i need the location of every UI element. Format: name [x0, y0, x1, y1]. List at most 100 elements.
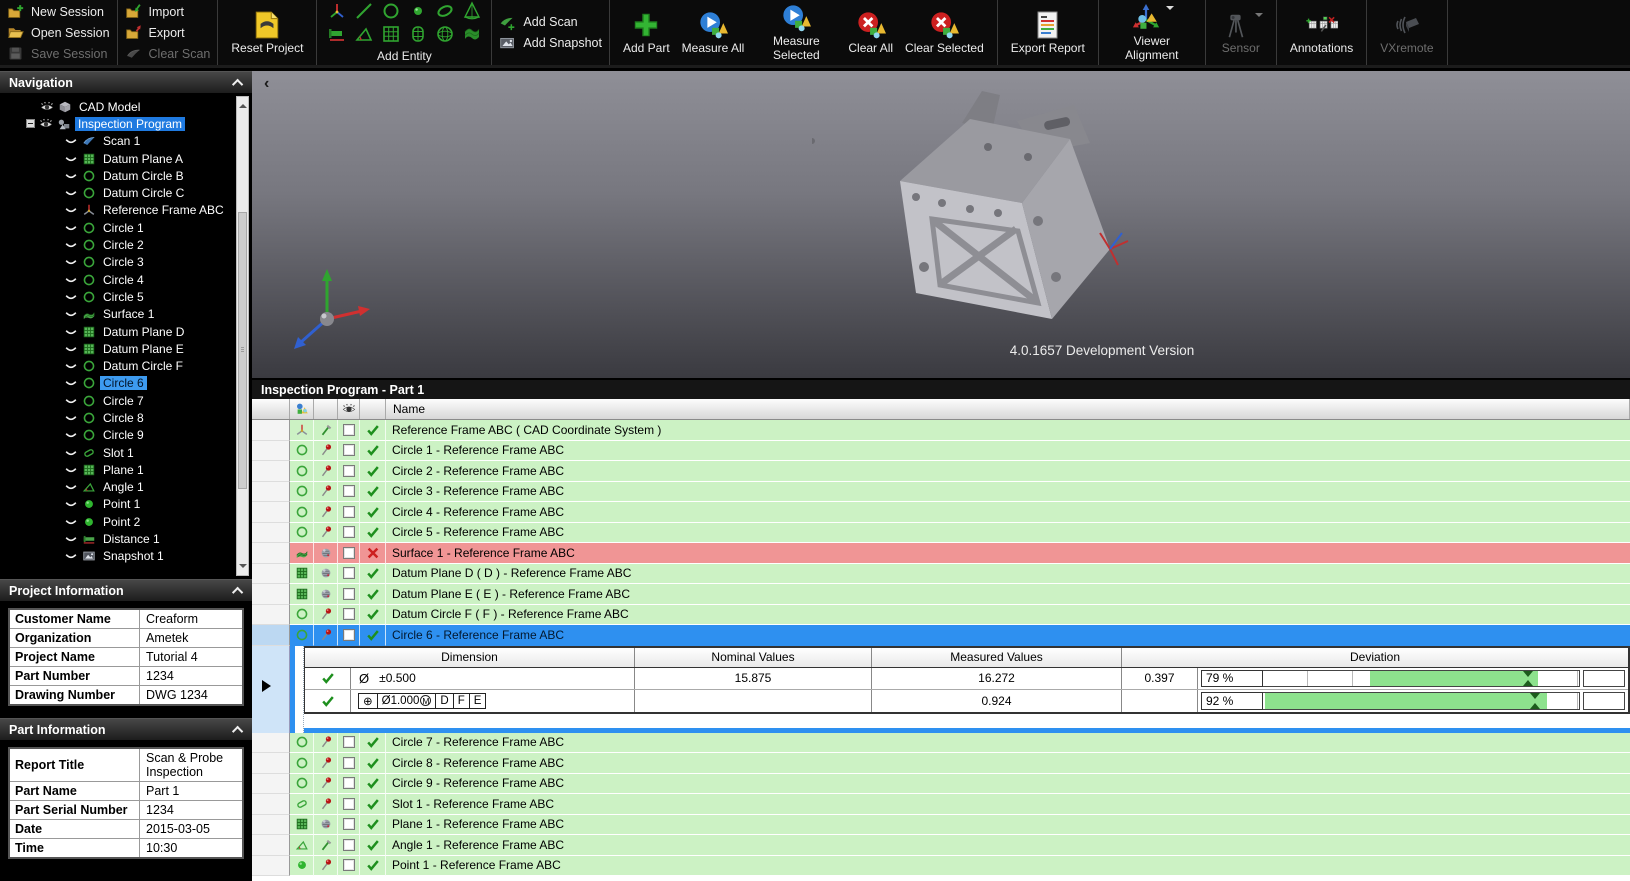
vxremote-button[interactable]: VXremote	[1374, 8, 1439, 58]
tree-item-slot-1[interactable]: Slot 1	[0, 444, 252, 461]
tree-expander[interactable]	[26, 119, 35, 129]
tree-item-datum-circle-c[interactable]: Datum Circle C	[0, 184, 252, 201]
measured-header[interactable]: Measured Values	[872, 647, 1122, 667]
tree-item-circle-4[interactable]: Circle 4	[0, 271, 252, 288]
crescent-icon[interactable]	[64, 428, 78, 442]
crescent-icon[interactable]	[64, 359, 78, 373]
import-button[interactable]: Import	[125, 3, 184, 21]
crescent-icon[interactable]	[64, 394, 78, 408]
tree-item-circle-3[interactable]: Circle 3	[0, 254, 252, 271]
row-checkbox[interactable]	[342, 756, 355, 769]
tree-item-datum-plane-a[interactable]: Datum Plane A	[0, 150, 252, 167]
collapse-chevron-icon[interactable]	[231, 725, 244, 737]
table-row-circle-7[interactable]: Circle 7 - Reference Frame ABC	[252, 732, 1630, 753]
row-checkbox[interactable]	[342, 485, 355, 498]
clear-selected-button[interactable]: Clear Selected	[899, 8, 990, 58]
tree-item-circle-9[interactable]: Circle 9	[0, 427, 252, 444]
detail-row[interactable]: ⊕ Ø1.000 M D F E 0.924 92 %	[305, 689, 1628, 712]
reset-project-button[interactable]: Reset Project	[225, 8, 309, 58]
tree-item-distance-1[interactable]: Distance 1	[0, 530, 252, 547]
crescent-icon[interactable]	[64, 169, 78, 183]
entity-cylinder-button[interactable]	[407, 24, 429, 49]
crescent-icon[interactable]	[64, 152, 78, 166]
tree-scrollbar[interactable]	[236, 96, 249, 576]
status-column-header[interactable]	[360, 399, 386, 419]
collapse-chevron-icon[interactable]	[231, 78, 244, 90]
add-part-button[interactable]: Add Part	[617, 8, 676, 58]
crescent-icon[interactable]	[64, 238, 78, 252]
table-row-angle-1[interactable]: Angle 1 - Reference Frame ABC	[252, 835, 1630, 856]
entity-angle-button[interactable]	[353, 24, 375, 49]
sensor-button[interactable]: Sensor	[1213, 8, 1269, 58]
viewer-alignment-button[interactable]: Viewer Alignment	[1106, 1, 1198, 65]
row-checkbox[interactable]	[342, 628, 355, 641]
open-session-button[interactable]: Open Session	[7, 24, 110, 42]
tree-item-angle-1[interactable]: Angle 1	[0, 479, 252, 496]
table-row-slot-1[interactable]: Slot 1 - Reference Frame ABC	[252, 794, 1630, 815]
tree-item-circle-2[interactable]: Circle 2	[0, 236, 252, 253]
scrollbar-thumb[interactable]	[238, 211, 247, 489]
crescent-icon[interactable]	[64, 342, 78, 356]
save-session-button[interactable]: Save Session	[7, 45, 107, 63]
entity-distance-button[interactable]	[326, 24, 348, 49]
tree-item-datum-circle-b[interactable]: Datum Circle B	[0, 167, 252, 184]
info-value[interactable]: Creaform	[140, 610, 242, 628]
table-row-circle-5[interactable]: Circle 5 - Reference Frame ABC	[252, 522, 1630, 543]
navigation-header[interactable]: Navigation	[0, 71, 252, 93]
table-row-datum-plane-e-e[interactable]: Datum Plane E ( E ) - Reference Frame AB…	[252, 584, 1630, 605]
row-checkbox[interactable]	[342, 423, 355, 436]
row-checkbox[interactable]	[342, 736, 355, 749]
clear-all-button[interactable]: Clear All	[842, 8, 899, 58]
info-value[interactable]: Scan & Probe Inspection	[140, 749, 242, 781]
tree-item-reference-frame-abc[interactable]: Reference Frame ABC	[0, 202, 252, 219]
row-checkbox[interactable]	[342, 818, 355, 831]
info-value[interactable]: 10:30	[140, 839, 242, 857]
table-row-point-1[interactable]: Point 1 - Reference Frame ABC	[252, 855, 1630, 876]
crescent-icon[interactable]	[64, 255, 78, 269]
row-checkbox[interactable]	[342, 546, 355, 559]
row-checkbox[interactable]	[342, 797, 355, 810]
tree-item-circle-8[interactable]: Circle 8	[0, 409, 252, 426]
table-row-reference-frame-abc-cad-coordinate-system[interactable]: Reference Frame ABC ( CAD Coordinate Sys…	[252, 420, 1630, 441]
crescent-icon[interactable]	[64, 134, 78, 148]
row-checkbox[interactable]	[342, 608, 355, 621]
project-information-header[interactable]: Project Information	[0, 579, 252, 601]
visibility-column-header[interactable]	[338, 399, 360, 419]
table-row-circle-8[interactable]: Circle 8 - Reference Frame ABC	[252, 753, 1630, 774]
info-value[interactable]: Ametek	[140, 629, 242, 647]
info-value[interactable]: 1234	[140, 667, 242, 685]
deviation-header[interactable]: Deviation	[1122, 648, 1628, 667]
detail-row[interactable]: Ø ±0.500 15.875 16.272 0.397 79 %	[305, 667, 1628, 690]
panel-collapse-icon[interactable]: ‹	[264, 75, 269, 93]
tree-item-surface-1[interactable]: Surface 1	[0, 306, 252, 323]
entity-surface-button[interactable]	[461, 24, 483, 49]
info-value[interactable]: Tutorial 4	[140, 648, 242, 666]
annotations-button[interactable]: Annotations	[1284, 8, 1359, 58]
tree-item-point-2[interactable]: Point 2	[0, 513, 252, 530]
crescent-icon[interactable]	[64, 376, 78, 390]
measure-selected-button[interactable]: Measure Selected	[750, 1, 842, 65]
table-row-datum-circle-f-f[interactable]: Datum Circle F ( F ) - Reference Frame A…	[252, 604, 1630, 625]
entity-sphere-button[interactable]	[434, 24, 456, 49]
entity-cone-button[interactable]	[461, 1, 483, 26]
crescent-icon[interactable]	[64, 463, 78, 477]
viewport-3d[interactable]: ‹ 4.0.1657 Development Version	[252, 71, 1630, 378]
info-value[interactable]: DWG 1234	[140, 686, 242, 704]
table-row-datum-plane-d-d[interactable]: Datum Plane D ( D ) - Reference Frame AB…	[252, 563, 1630, 584]
row-checkbox[interactable]	[342, 587, 355, 600]
entity-point-button[interactable]	[407, 1, 429, 26]
crescent-icon[interactable]	[64, 186, 78, 200]
crescent-icon[interactable]	[64, 515, 78, 529]
tree-item-circle-5[interactable]: Circle 5	[0, 288, 252, 305]
table-row-circle-3[interactable]: Circle 3 - Reference Frame ABC	[252, 481, 1630, 502]
crescent-icon[interactable]	[64, 411, 78, 425]
tree-item-datum-plane-e[interactable]: Datum Plane E	[0, 340, 252, 357]
dropdown-caret-icon[interactable]	[1254, 12, 1263, 21]
add-snapshot-button[interactable]: Add Snapshot	[499, 34, 602, 52]
eye-open-icon[interactable]	[39, 117, 53, 131]
table-row-surface-1[interactable]: Surface 1 - Reference Frame ABC	[252, 543, 1630, 564]
tree-item-datum-plane-d[interactable]: Datum Plane D	[0, 323, 252, 340]
name-column-header[interactable]: Name	[386, 399, 1630, 419]
add-scan-button[interactable]: Add Scan	[499, 13, 578, 31]
entity-circle-button[interactable]	[380, 1, 402, 26]
